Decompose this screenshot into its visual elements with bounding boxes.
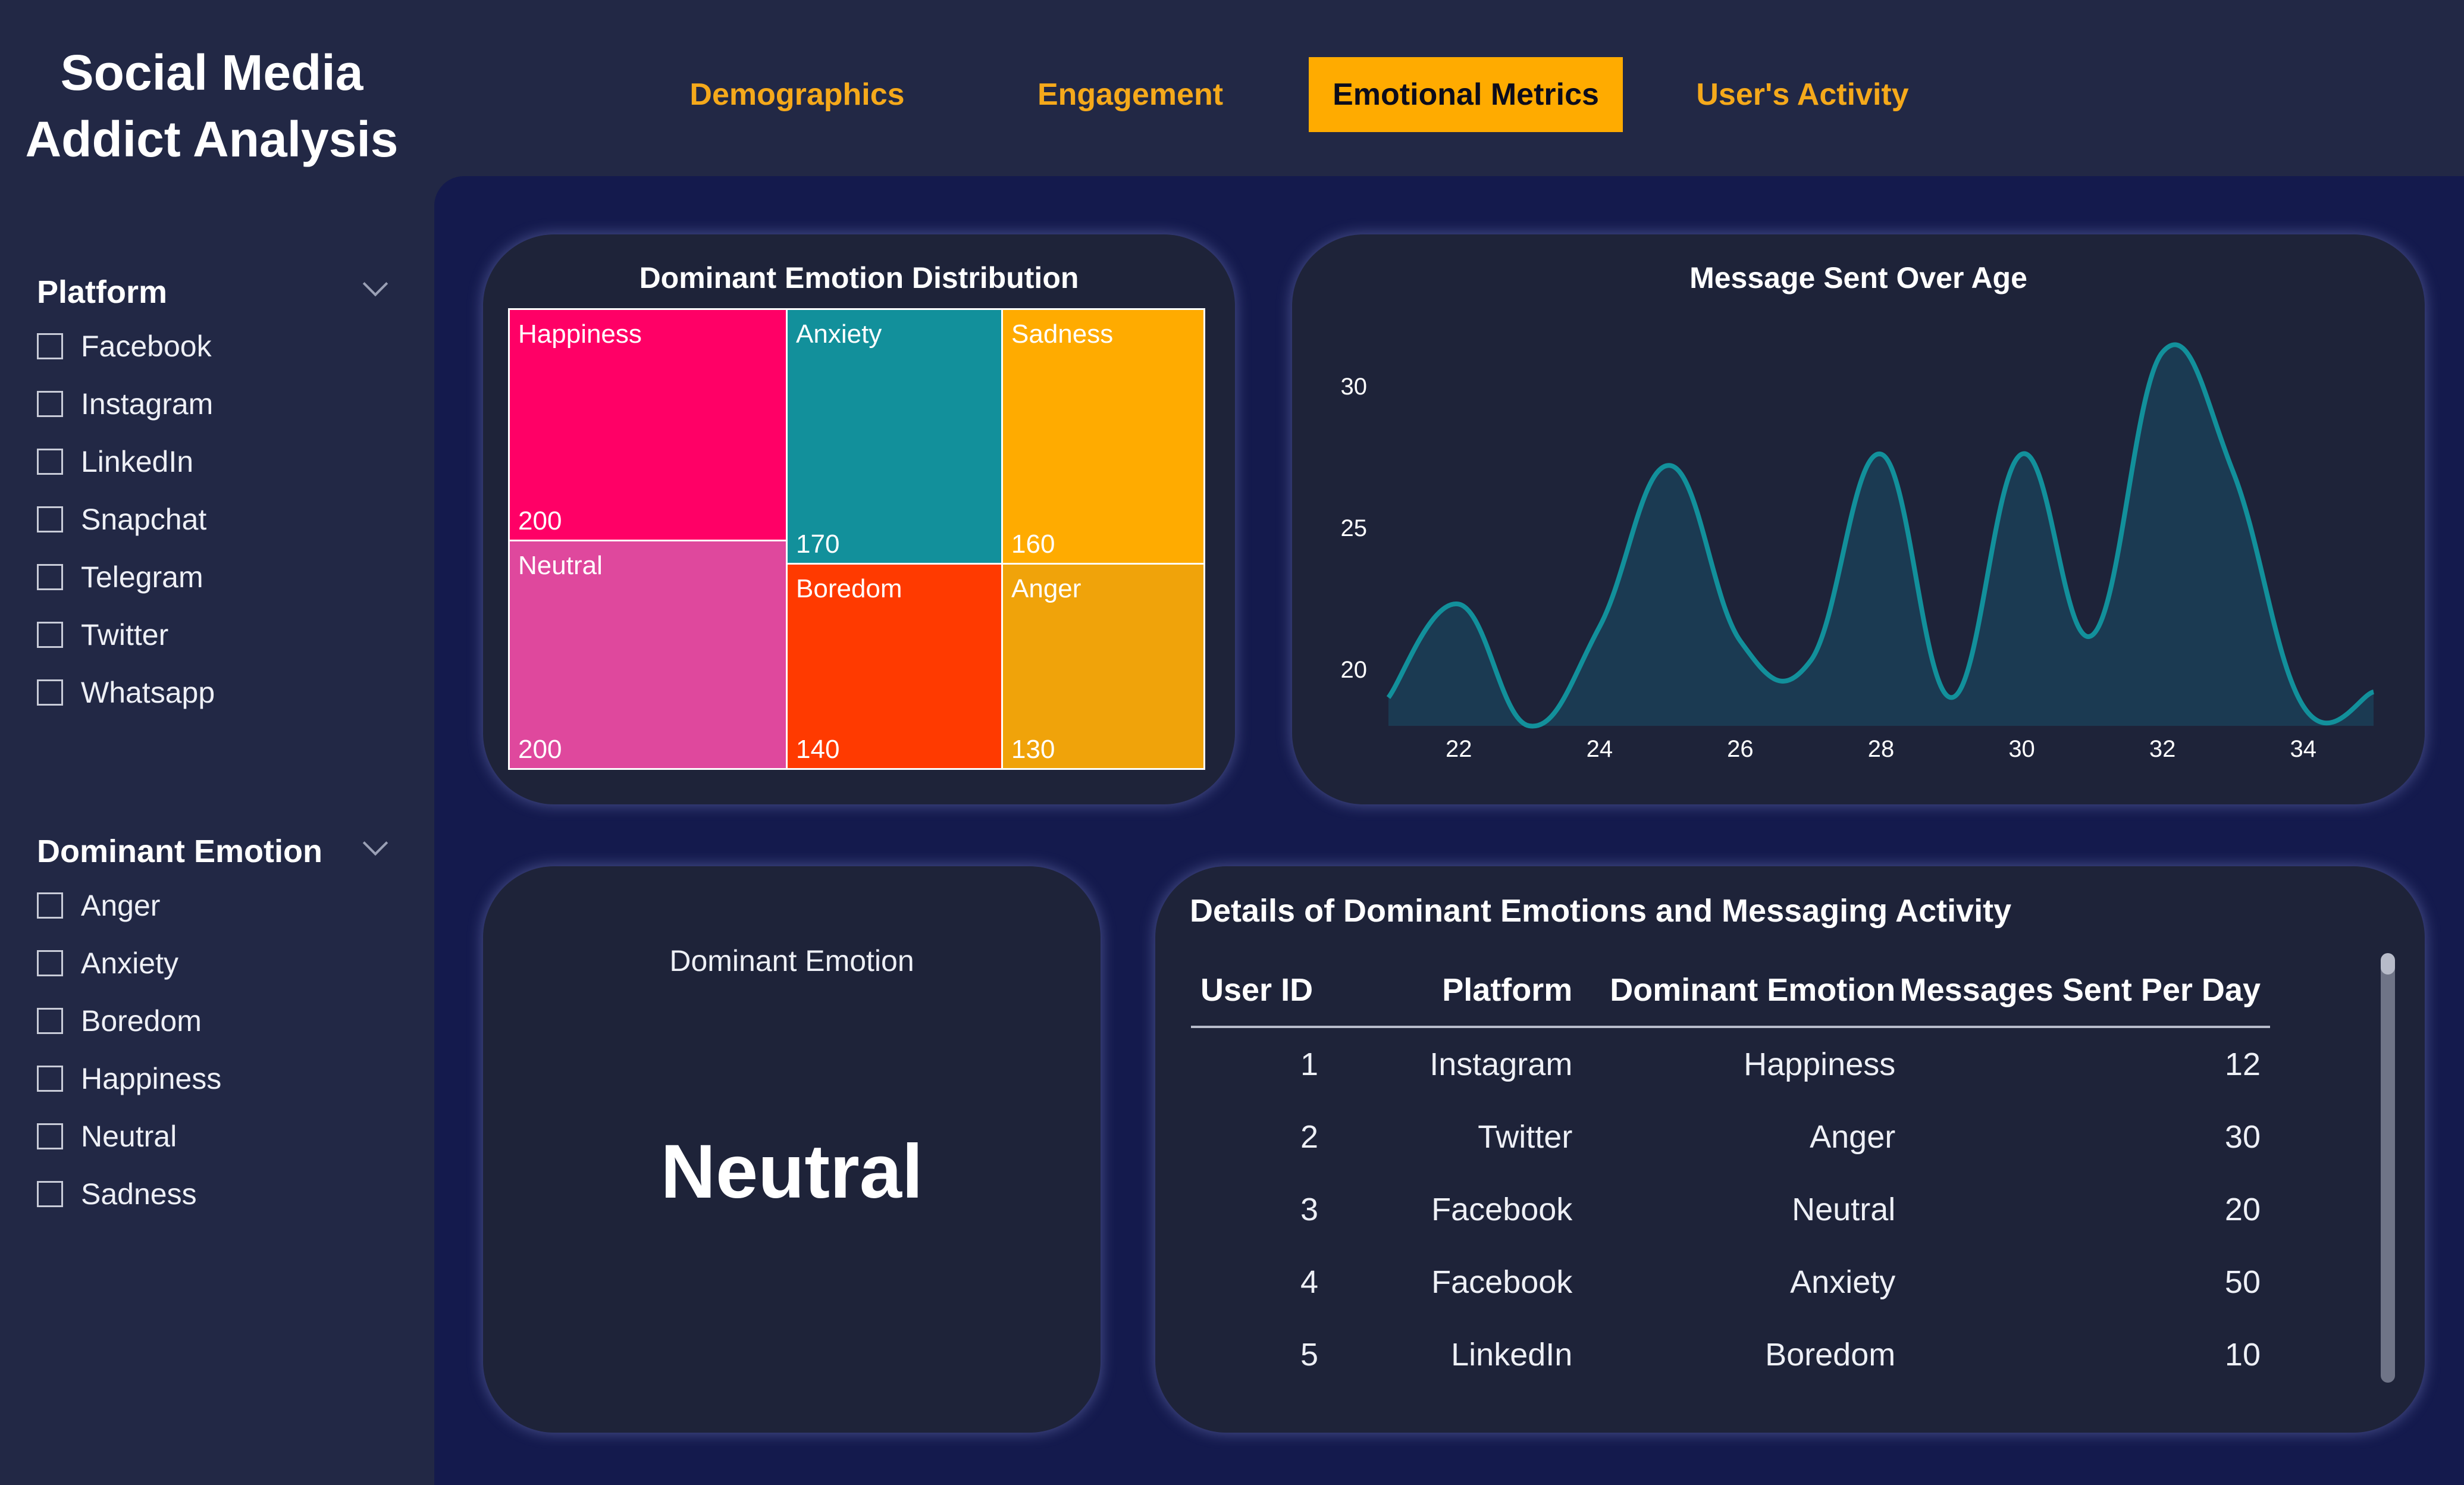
treemap-cell-anxiety[interactable]: Anxiety 170 <box>786 308 1003 565</box>
platform-option[interactable]: Facebook <box>37 328 212 364</box>
checkbox[interactable] <box>37 449 63 475</box>
table-row[interactable]: 4 Facebook Anxiety 50 <box>1191 1246 2270 1318</box>
col-header-user-id[interactable]: User ID <box>1191 954 1337 1028</box>
treemap-cell-neutral[interactable]: Neutral 200 <box>508 540 788 770</box>
cell-emotion: Neutral <box>1792 1192 1896 1227</box>
cell-platform: LinkedIn <box>1451 1337 1573 1373</box>
cell-emotion: Anger <box>1810 1119 1896 1155</box>
cell-user-id: 1 <box>1300 1047 1319 1082</box>
cell-messages: 10 <box>2224 1337 2261 1373</box>
tab-demographics[interactable]: Demographics <box>666 57 928 132</box>
cell-messages: 30 <box>2224 1119 2261 1155</box>
treemap-cell-boredom[interactable]: Boredom 140 <box>786 563 1003 770</box>
platform-option[interactable]: Snapchat <box>37 502 206 537</box>
area-fill <box>1388 344 2374 726</box>
cell-messages: 50 <box>2224 1264 2261 1300</box>
platform-option[interactable]: LinkedIn <box>37 444 193 480</box>
table-row[interactable]: 3 Facebook Neutral 20 <box>1191 1173 2270 1246</box>
checkbox[interactable] <box>37 1066 63 1092</box>
emotion-option[interactable]: Anger <box>37 888 160 923</box>
x-tick-label: 22 <box>1446 736 1472 762</box>
table-scrollbar[interactable] <box>2381 954 2395 1383</box>
cell-platform: Facebook <box>1431 1192 1573 1227</box>
cell-user-id: 5 <box>1300 1337 1319 1373</box>
table-row[interactable]: 5 LinkedIn Boredom 10 <box>1191 1318 2270 1391</box>
cell-emotion: Anxiety <box>1790 1264 1896 1300</box>
col-header-dominant-emotion[interactable]: Dominant Emotion <box>1572 954 1896 1028</box>
x-tick-label: 24 <box>1587 736 1613 762</box>
treemap-cell-anger[interactable]: Anger 130 <box>1001 563 1205 770</box>
table-row[interactable]: 1 Instagram Happiness 12 <box>1191 1027 2270 1101</box>
emotion-option[interactable]: Sadness <box>37 1176 197 1212</box>
checkbox[interactable] <box>37 1123 63 1149</box>
checkbox[interactable] <box>37 679 63 706</box>
details-table: User ID Platform Dominant Emotion Messag… <box>1191 954 2270 1391</box>
table-row[interactable]: 2 Twitter Anger 30 <box>1191 1101 2270 1173</box>
details-card: Details of Dominant Emotions and Messagi… <box>1155 866 2425 1433</box>
platform-option[interactable]: Twitter <box>37 617 168 653</box>
table-header-row: User ID Platform Dominant Emotion Messag… <box>1191 954 2270 1028</box>
treemap: Happiness 200 Neutral 200 Anxiety 170 Bo… <box>508 308 1205 770</box>
table-scrollbar-thumb[interactable] <box>2381 953 2395 975</box>
nav-tabs: Demographics Engagement Emotional Metric… <box>0 57 2464 132</box>
col-header-platform[interactable]: Platform <box>1336 954 1573 1028</box>
treemap-title: Dominant Emotion Distribution <box>639 261 1079 295</box>
treemap-card: Dominant Emotion Distribution Happiness … <box>483 234 1235 804</box>
checkbox[interactable] <box>37 622 63 648</box>
cell-platform: Facebook <box>1431 1264 1573 1300</box>
cell-user-id: 4 <box>1300 1264 1319 1300</box>
line-chart-card: Message Sent Over Age 22 24 26 28 30 32 34 30 25… <box>1292 234 2425 804</box>
cell-messages: 20 <box>2224 1192 2261 1227</box>
y-tick-label: 30 <box>1341 374 1368 400</box>
checkbox[interactable] <box>37 1008 63 1034</box>
platform-option[interactable]: Whatsapp <box>37 675 215 710</box>
x-tick-label: 34 <box>2290 736 2316 762</box>
checkbox[interactable] <box>37 950 63 976</box>
kpi-label: Dominant Emotion <box>669 944 914 978</box>
checkbox[interactable] <box>37 564 63 590</box>
kpi-value: Neutral <box>660 1129 923 1214</box>
checkbox[interactable] <box>37 892 63 919</box>
platform-option[interactable]: Telegram <box>37 559 203 595</box>
checkbox[interactable] <box>37 506 63 532</box>
chevron-down-icon[interactable] <box>362 271 388 297</box>
x-tick-label: 30 <box>2008 736 2035 762</box>
x-tick-label: 32 <box>2149 736 2176 762</box>
emotion-option[interactable]: Boredom <box>37 1003 202 1039</box>
checkbox[interactable] <box>37 391 63 417</box>
platform-option[interactable]: Instagram <box>37 386 213 422</box>
emotion-option[interactable]: Neutral <box>37 1119 177 1154</box>
cell-user-id: 2 <box>1300 1119 1319 1155</box>
platform-slicer: Platform Facebook Instagram LinkedIn Sna… <box>37 271 394 726</box>
cell-emotion: Happiness <box>1744 1047 1896 1082</box>
slicer-title: Platform <box>37 274 168 310</box>
x-tick-label: 28 <box>1868 736 1895 762</box>
cell-messages: 12 <box>2224 1047 2261 1082</box>
tab-users-activity[interactable]: User's Activity <box>1666 57 1939 132</box>
x-tick-label: 26 <box>1727 736 1754 762</box>
treemap-cell-happiness[interactable]: Happiness 200 <box>508 308 788 541</box>
col-header-messages[interactable]: Messages Sent Per Day <box>1895 954 2270 1028</box>
cell-user-id: 3 <box>1300 1192 1319 1227</box>
cell-platform: Instagram <box>1430 1047 1573 1082</box>
slicer-title: Dominant Emotion <box>37 834 322 869</box>
emotion-slicer: Dominant Emotion Anger Anxiety Boredom H… <box>37 830 394 1226</box>
kpi-card: Dominant Emotion Neutral <box>483 866 1101 1433</box>
checkbox[interactable] <box>37 333 63 359</box>
y-tick-label: 20 <box>1341 657 1368 683</box>
tab-emotional-metrics[interactable]: Emotional Metrics <box>1309 57 1623 132</box>
cell-emotion: Boredom <box>1765 1337 1896 1373</box>
y-tick-label: 25 <box>1341 515 1368 541</box>
message-age-chart[interactable]: 22 24 26 28 30 32 34 30 25 20 <box>1292 234 2425 804</box>
emotion-option[interactable]: Happiness <box>37 1061 221 1096</box>
cell-platform: Twitter <box>1478 1119 1573 1155</box>
chevron-down-icon[interactable] <box>362 830 388 856</box>
checkbox[interactable] <box>37 1181 63 1207</box>
tab-engagement[interactable]: Engagement <box>999 57 1261 132</box>
emotion-option[interactable]: Anxiety <box>37 945 178 981</box>
details-title: Details of Dominant Emotions and Messagi… <box>1190 893 2012 929</box>
treemap-cell-sadness[interactable]: Sadness 160 <box>1001 308 1205 565</box>
